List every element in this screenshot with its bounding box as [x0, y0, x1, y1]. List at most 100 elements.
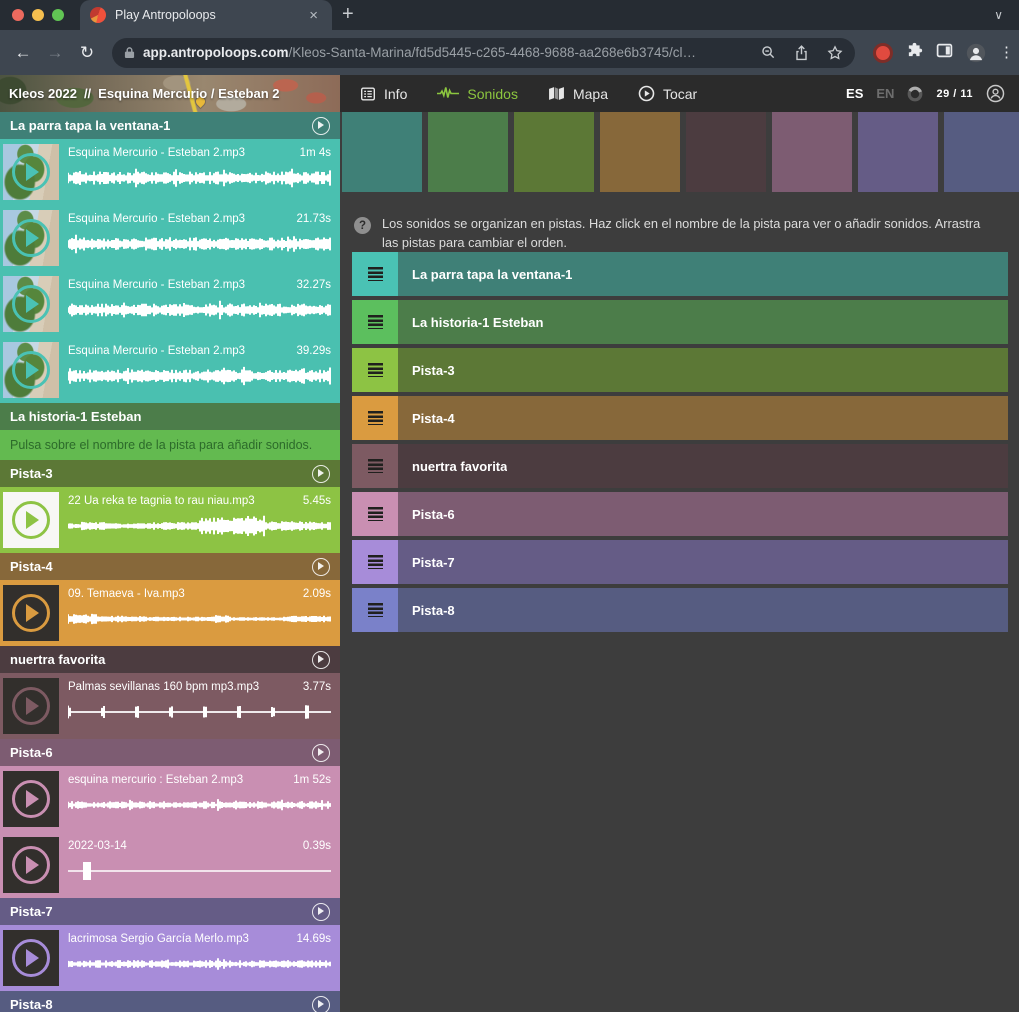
project-banner[interactable]: Kleos 2022//Esquina Mercurio / Esteban 2: [0, 75, 340, 112]
audio-clip[interactable]: Esquina Mercurio - Esteban 2.mp321.73s: [0, 206, 340, 270]
audio-clip[interactable]: 22 Ua reka te tagnia to rau niau.mp35.45…: [0, 488, 340, 552]
track-row-body[interactable]: nuertra favorita: [398, 444, 1008, 488]
track-row[interactable]: nuertra favorita: [352, 444, 1008, 488]
record-indicator-icon[interactable]: [873, 43, 893, 63]
header-right: ES EN 29 / 11: [846, 84, 1019, 103]
track-row-body[interactable]: Pista-7: [398, 540, 1008, 584]
extensions-puzzle-icon[interactable]: [906, 42, 923, 64]
share-icon[interactable]: [794, 45, 809, 61]
audio-clip[interactable]: esquina mercurio : Esteban 2.mp31m 52s: [0, 767, 340, 831]
tab-title: Play Antropoloops: [115, 8, 296, 22]
track-row[interactable]: Pista-4: [352, 396, 1008, 440]
track-section-header[interactable]: nuertra favorita: [0, 646, 340, 673]
maximize-window-button[interactable]: [52, 9, 64, 21]
profile-avatar-icon[interactable]: [966, 43, 986, 63]
track-row-body[interactable]: La historia-1 Esteban: [398, 300, 1008, 344]
clip-thumbnail: [3, 210, 59, 266]
nav-item-info[interactable]: Info: [360, 86, 407, 102]
track-section-header[interactable]: Pista-8: [0, 991, 340, 1012]
audio-clip[interactable]: lacrimosa Sergio García Merlo.mp314.69s: [0, 926, 340, 990]
audio-clip[interactable]: Esquina Mercurio - Esteban 2.mp31m 4s: [0, 140, 340, 204]
clip-title: Esquina Mercurio - Esteban 2.mp3: [68, 345, 288, 357]
drag-handle[interactable]: [352, 444, 398, 488]
clip-play-button[interactable]: [12, 153, 50, 191]
track-section-header[interactable]: Pista-3: [0, 460, 340, 487]
drag-handle[interactable]: [352, 540, 398, 584]
track-section-header[interactable]: Pista-6: [0, 739, 340, 766]
tab-close-icon[interactable]: ×: [305, 6, 322, 25]
track-row[interactable]: Pista-8: [352, 588, 1008, 632]
new-tab-button[interactable]: +: [332, 4, 366, 30]
track-row-body[interactable]: Pista-3: [398, 348, 1008, 392]
track-row[interactable]: Pista-7: [352, 540, 1008, 584]
clip-play-button[interactable]: [12, 846, 50, 884]
track-section-header[interactable]: La parra tapa la ventana-1: [0, 112, 340, 139]
track-section-header[interactable]: Pista-7: [0, 898, 340, 925]
tab-search-chevron-icon[interactable]: ∨: [994, 8, 1019, 30]
audio-clip[interactable]: 2022-03-140.39s: [0, 833, 340, 897]
track-section-header[interactable]: La historia-1 Esteban: [0, 403, 340, 430]
minimize-window-button[interactable]: [32, 9, 44, 21]
track-row[interactable]: Pista-6: [352, 492, 1008, 536]
close-window-button[interactable]: [12, 9, 24, 21]
clip-play-button[interactable]: [12, 501, 50, 539]
drag-handle[interactable]: [352, 348, 398, 392]
track-row-body[interactable]: La parra tapa la ventana-1: [398, 252, 1008, 296]
audio-clip[interactable]: Esquina Mercurio - Esteban 2.mp332.27s: [0, 272, 340, 336]
track-section-header[interactable]: Pista-4: [0, 553, 340, 580]
track-play-icon[interactable]: [312, 903, 330, 921]
clip-play-button[interactable]: [12, 351, 50, 389]
lock-icon[interactable]: [124, 46, 135, 59]
clip-play-button[interactable]: [12, 687, 50, 725]
track-clips: Esquina Mercurio - Esteban 2.mp31m 4sEsq…: [0, 139, 340, 403]
clip-info: Esquina Mercurio - Esteban 2.mp339.29s: [64, 338, 340, 402]
track-row[interactable]: Pista-3: [352, 348, 1008, 392]
audio-clip[interactable]: Esquina Mercurio - Esteban 2.mp339.29s: [0, 338, 340, 402]
track-play-icon[interactable]: [312, 117, 330, 135]
audio-clip[interactable]: 09. Temaeva - Iva.mp32.09s: [0, 581, 340, 645]
clip-play-button[interactable]: [12, 285, 50, 323]
lang-es-button[interactable]: ES: [846, 86, 863, 101]
clip-play-button[interactable]: [12, 219, 50, 257]
address-bar[interactable]: app.antropoloops.com/Kleos-Santa-Marina/…: [112, 38, 855, 68]
lang-en-button[interactable]: EN: [876, 86, 894, 101]
url-domain: app.antropoloops.com: [143, 45, 289, 60]
nav-item-tocar[interactable]: Tocar: [638, 85, 697, 102]
audio-clip[interactable]: Palmas sevillanas 160 bpm mp3.mp33.77s: [0, 674, 340, 738]
clip-thumbnail: [3, 771, 59, 827]
track-row-body[interactable]: Pista-6: [398, 492, 1008, 536]
track-play-icon[interactable]: [312, 558, 330, 576]
drag-handle[interactable]: [352, 252, 398, 296]
track-row-body[interactable]: Pista-4: [398, 396, 1008, 440]
track-play-icon[interactable]: [312, 744, 330, 762]
forward-button[interactable]: →: [42, 44, 68, 61]
bookmark-star-icon[interactable]: [827, 45, 843, 61]
clip-duration: 2.09s: [303, 588, 331, 600]
drag-handle[interactable]: [352, 588, 398, 632]
clip-play-button[interactable]: [12, 780, 50, 818]
nav-item-sonidos[interactable]: Sonidos: [437, 86, 518, 102]
browser-menu-icon[interactable]: ⋮: [999, 50, 1005, 55]
track-row[interactable]: La parra tapa la ventana-1: [352, 252, 1008, 296]
track-play-icon[interactable]: [312, 465, 330, 483]
drag-handle[interactable]: [352, 300, 398, 344]
track-play-icon[interactable]: [312, 996, 330, 1012]
clip-play-button[interactable]: [12, 594, 50, 632]
clip-text-row: 09. Temaeva - Iva.mp32.09s: [68, 588, 331, 600]
zoom-out-icon[interactable]: [761, 45, 776, 60]
clip-info: esquina mercurio : Esteban 2.mp31m 52s: [64, 767, 340, 831]
clip-text-row: Esquina Mercurio - Esteban 2.mp339.29s: [68, 345, 331, 357]
browser-tab[interactable]: Play Antropoloops ×: [80, 0, 332, 30]
drag-handle[interactable]: [352, 396, 398, 440]
side-panel-icon[interactable]: [936, 42, 953, 64]
drag-handle[interactable]: [352, 492, 398, 536]
track-row-body[interactable]: Pista-8: [398, 588, 1008, 632]
track-play-icon[interactable]: [312, 651, 330, 669]
back-button[interactable]: ←: [10, 44, 36, 61]
track-row[interactable]: La historia-1 Esteban: [352, 300, 1008, 344]
clip-play-button[interactable]: [12, 939, 50, 977]
reload-button[interactable]: ↻: [74, 44, 100, 61]
account-icon[interactable]: [986, 84, 1005, 103]
nav-item-mapa[interactable]: Mapa: [548, 86, 608, 102]
clip-title: Esquina Mercurio - Esteban 2.mp3: [68, 279, 288, 291]
